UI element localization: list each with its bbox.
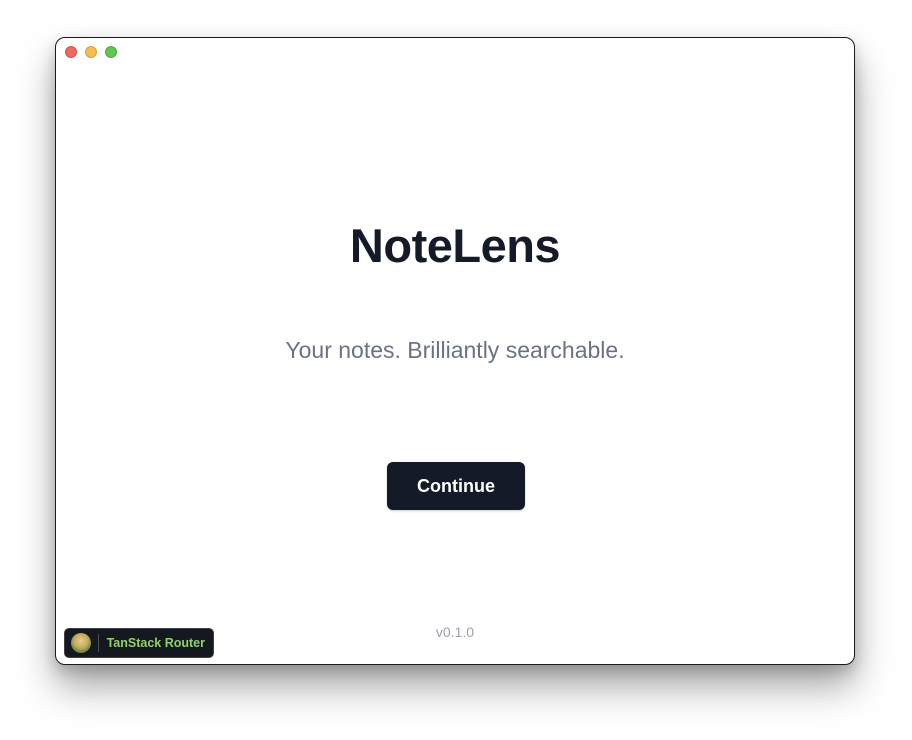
app-tagline: Your notes. Brilliantly searchable. (285, 337, 625, 363)
tanstack-logo-icon (71, 633, 91, 653)
close-icon[interactable] (65, 46, 77, 58)
continue-button[interactable]: Continue (387, 462, 525, 510)
tanstack-router-label: TanStack Router (106, 636, 205, 650)
badge-divider (98, 634, 99, 652)
tanstack-router-devtools-button[interactable]: TanStack Router (64, 628, 214, 658)
minimize-icon[interactable] (85, 46, 97, 58)
app-title: NoteLens (349, 219, 561, 272)
zoom-icon[interactable] (105, 46, 117, 58)
window-controls (65, 46, 117, 58)
app-window: NoteLens Your notes. Brilliantly searcha… (55, 37, 855, 665)
